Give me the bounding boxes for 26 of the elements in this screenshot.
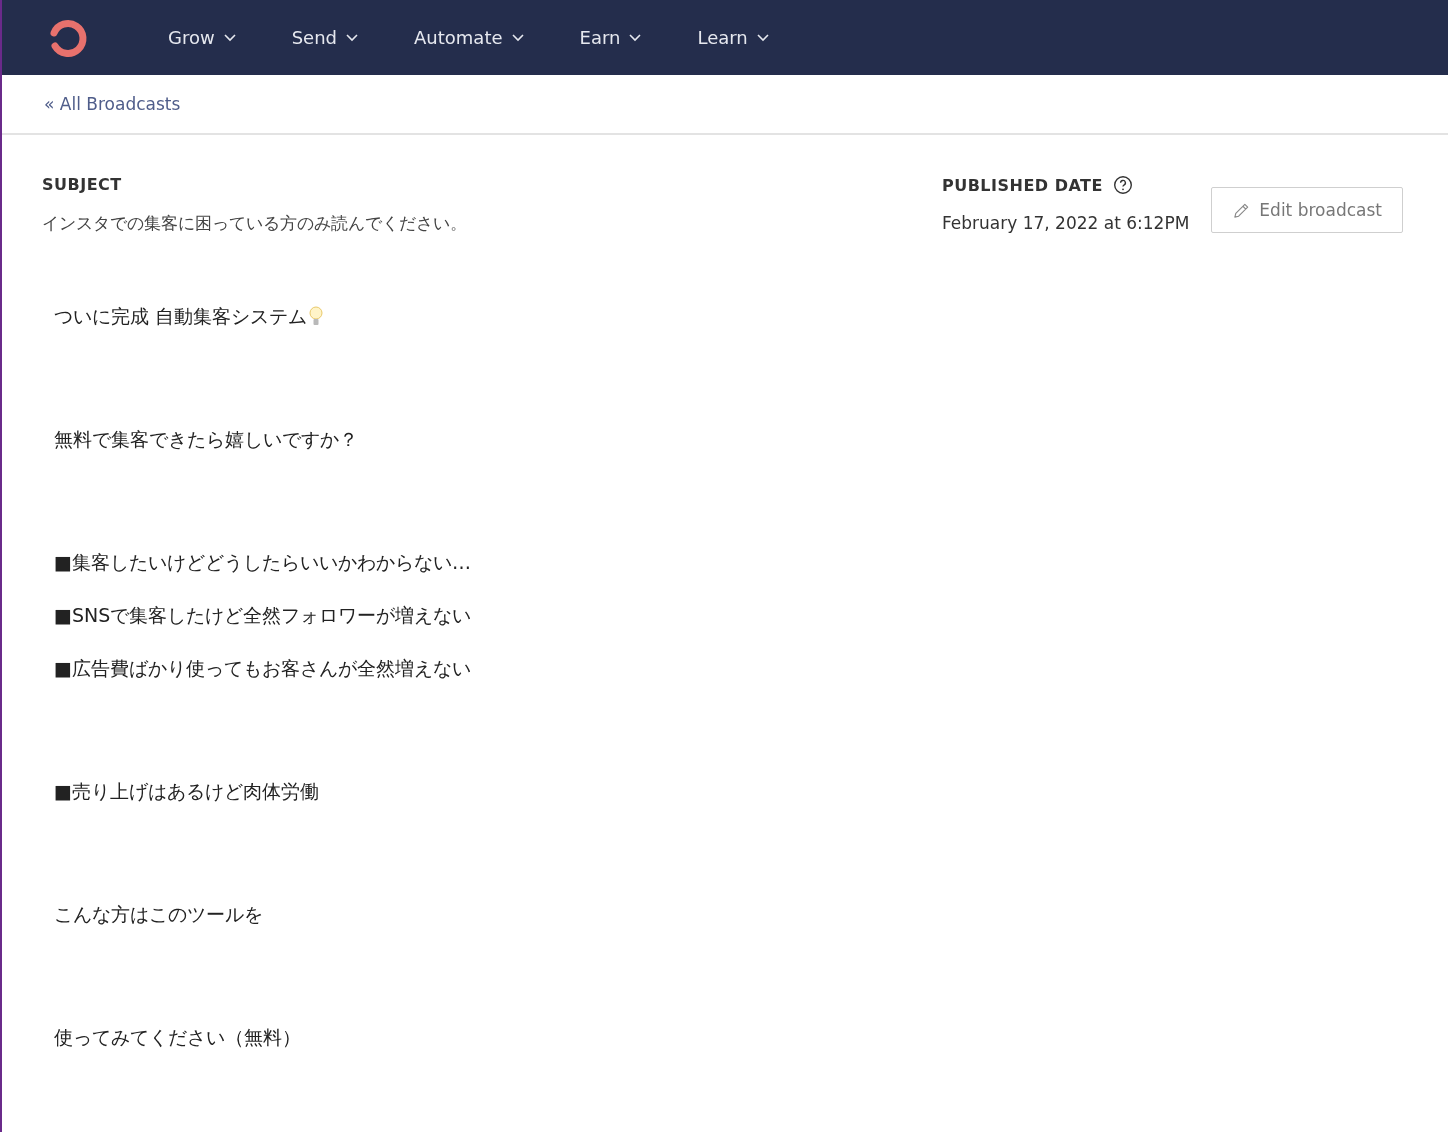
chevron-down-icon bbox=[346, 33, 359, 42]
chevron-down-icon bbox=[223, 33, 236, 42]
chevron-down-icon bbox=[629, 33, 642, 42]
nav-menu-item[interactable]: Automate bbox=[414, 27, 524, 48]
chevron-down-icon bbox=[511, 33, 524, 42]
published-date: February 17, 2022 at 6:12PM bbox=[941, 213, 1190, 233]
subject-label: SUBJECT bbox=[42, 175, 123, 194]
nav-menu-item[interactable]: Earn bbox=[579, 27, 642, 48]
edit-broadcast-button[interactable]: Edit broadcast bbox=[1211, 187, 1403, 233]
nav-menu-item[interactable]: Grow bbox=[168, 27, 236, 48]
body-text: ついに完成 自動集客システム bbox=[54, 303, 308, 329]
nav-menu-item[interactable]: Learn bbox=[697, 27, 769, 48]
body-text: ■SNSで集客したけど全然フォロワーが増えない bbox=[54, 602, 472, 628]
help-icon[interactable] bbox=[1112, 175, 1133, 195]
body-text: ■広告費ばかり使ってもお客さんが全然増えない bbox=[54, 655, 471, 681]
published-date-label: PUBLISHED DATE bbox=[941, 175, 1103, 195]
body-text: ■集客したいけどどうしたらいいかわからない… bbox=[54, 549, 471, 575]
back-link[interactable]: « All Broadcasts bbox=[44, 94, 181, 114]
chevron-down-icon bbox=[756, 33, 769, 42]
subject-text: インスタでの集客に困っている方のみ読んでください。 bbox=[42, 212, 468, 235]
body-text: 無料で集客できたら嬉しいですか？ bbox=[54, 426, 358, 452]
body-text: ■売り上げはあるけど肉体労働 bbox=[54, 778, 319, 804]
nav-menu-item[interactable]: Send bbox=[291, 27, 359, 48]
lightbulb-icon bbox=[309, 305, 324, 328]
body-text: 使ってみてください（無料） bbox=[54, 1024, 301, 1050]
body-text: こんな方はこのツールを bbox=[54, 901, 263, 927]
